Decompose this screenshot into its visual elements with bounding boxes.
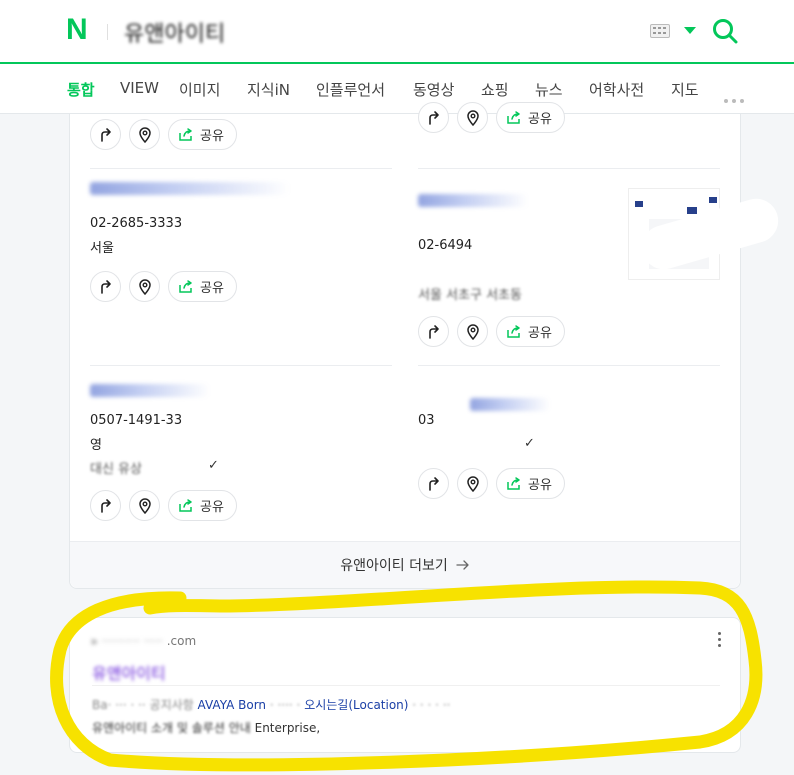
place-name[interactable] [90, 384, 210, 397]
tab-shopping[interactable]: 쇼핑 [481, 79, 509, 100]
directions-button[interactable] [90, 119, 121, 150]
map-pin-icon [466, 475, 479, 492]
place-phone: 0507-1491-33 [90, 413, 183, 428]
place-actions: 공유 [90, 119, 237, 150]
share-label: 공유 [200, 129, 224, 144]
map-pin-icon [466, 323, 479, 340]
search-query[interactable]: 유앤아이티 [124, 16, 225, 48]
directions-icon [100, 127, 111, 142]
place-name[interactable] [418, 194, 528, 207]
favicon-icon: ▸ ·········· ····· [92, 634, 163, 648]
place-name[interactable] [470, 398, 550, 411]
place-actions: 공유 [90, 490, 237, 521]
map-pin-button[interactable] [129, 271, 160, 302]
directions-button[interactable] [90, 271, 121, 302]
place-phone: 02-6494 [418, 238, 473, 253]
more-results-label: 유앤아이티 더보기 [340, 558, 448, 574]
share-icon [179, 280, 192, 293]
place-address: 서울 [90, 241, 114, 256]
place-actions: 공유 [90, 271, 237, 302]
tab-images[interactable]: 이미지 [179, 79, 220, 100]
place-extra: 대신 유상 [90, 462, 142, 477]
more-tabs-icon[interactable] [724, 88, 748, 107]
tab-video[interactable]: 동영상 [413, 79, 454, 100]
share-icon [179, 128, 192, 141]
directions-icon [428, 110, 439, 125]
directions-icon [428, 476, 439, 491]
tab-map[interactable]: 지도 [671, 79, 699, 100]
place-phone: 02-2685-3333 [90, 216, 183, 231]
dropdown-arrow-icon[interactable] [684, 27, 696, 34]
divider [92, 685, 720, 686]
share-button[interactable]: 공유 [168, 490, 237, 521]
result-title[interactable]: 유앤아이티 [92, 660, 166, 684]
sitelinks: Ba· ··· · ·· 공지사항 AVAYA Born · ···· · 오시… [92, 698, 451, 712]
map-pin-icon [138, 126, 151, 143]
result-description: 유앤아이티 소개 및 솔루션 안내 Enterprise, [92, 721, 321, 735]
place-phone: 03 [418, 413, 435, 428]
share-icon [507, 477, 520, 490]
place-address: 영 [90, 438, 102, 453]
tab-knowledge-in[interactable]: 지식iN [247, 79, 290, 100]
map-pin-button[interactable] [457, 316, 488, 347]
place-name[interactable] [90, 182, 290, 195]
header: N 유앤아이티 [0, 0, 794, 64]
share-button[interactable]: 공유 [496, 102, 565, 133]
check-icon: ✓ [524, 436, 535, 451]
web-result-card: ▸ ·········· ····· .com 유앤아이티 Ba· ··· · … [69, 617, 741, 753]
tab-integrated[interactable]: 통합 [67, 79, 95, 100]
tab-dictionary[interactable]: 어학사전 [589, 79, 644, 100]
divider [418, 365, 720, 366]
site-url[interactable]: ▸ ·········· ····· .com [92, 634, 196, 648]
share-label: 공유 [200, 281, 224, 296]
map-pin-icon [466, 109, 479, 126]
search-tabs: 통합 VIEW 이미지 지식iN 인플루언서 동영상 쇼핑 뉴스 어학사전 지도 [0, 64, 794, 114]
tab-view[interactable]: VIEW [120, 79, 159, 97]
map-pin-button[interactable] [129, 490, 160, 521]
map-pin-icon [138, 497, 151, 514]
map-pin-icon [138, 278, 151, 295]
share-button[interactable]: 공유 [496, 468, 565, 499]
share-button[interactable]: 공유 [168, 271, 237, 302]
place-actions: 공유 [418, 316, 565, 347]
directions-button[interactable] [418, 102, 449, 133]
divider [107, 24, 108, 40]
keyboard-icon[interactable] [650, 24, 670, 38]
directions-icon [100, 279, 111, 294]
search-icon[interactable] [712, 18, 738, 44]
share-label: 공유 [528, 478, 552, 493]
map-pin-button[interactable] [129, 119, 160, 150]
tab-influencer[interactable]: 인플루언서 [316, 79, 385, 100]
directions-button[interactable] [418, 468, 449, 499]
share-label: 공유 [200, 500, 224, 515]
tab-news[interactable]: 뉴스 [535, 79, 563, 100]
arrow-right-icon [456, 560, 469, 570]
place-address: 서울 서초구 서초동 [418, 288, 522, 303]
directions-icon [100, 498, 111, 513]
share-icon [507, 111, 520, 124]
share-label: 공유 [528, 112, 552, 127]
place-list-card: 공유 공유 02-2685-3333 서울 공유 02-6494 서울 서초구 … [69, 102, 741, 589]
map-pin-button[interactable] [457, 468, 488, 499]
map-pin-button[interactable] [457, 102, 488, 133]
directions-icon [428, 324, 439, 339]
share-icon [179, 499, 192, 512]
directions-button[interactable] [90, 490, 121, 521]
share-label: 공유 [528, 326, 552, 341]
check-icon: ✓ [208, 458, 219, 473]
more-results-button[interactable]: 유앤아이티 더보기 [70, 541, 740, 588]
place-actions: 공유 [418, 102, 565, 133]
naver-logo[interactable]: N [66, 15, 92, 45]
sitelink-avaya[interactable]: AVAYA Born [198, 698, 266, 712]
divider [90, 365, 392, 366]
share-icon [507, 325, 520, 338]
divider [90, 168, 392, 169]
sitelink-location[interactable]: 오시는길(Location) [304, 698, 408, 712]
directions-button[interactable] [418, 316, 449, 347]
share-button[interactable]: 공유 [496, 316, 565, 347]
share-button[interactable]: 공유 [168, 119, 237, 150]
more-options-icon[interactable] [718, 632, 722, 650]
divider [418, 168, 720, 169]
place-actions: 공유 [418, 468, 565, 499]
